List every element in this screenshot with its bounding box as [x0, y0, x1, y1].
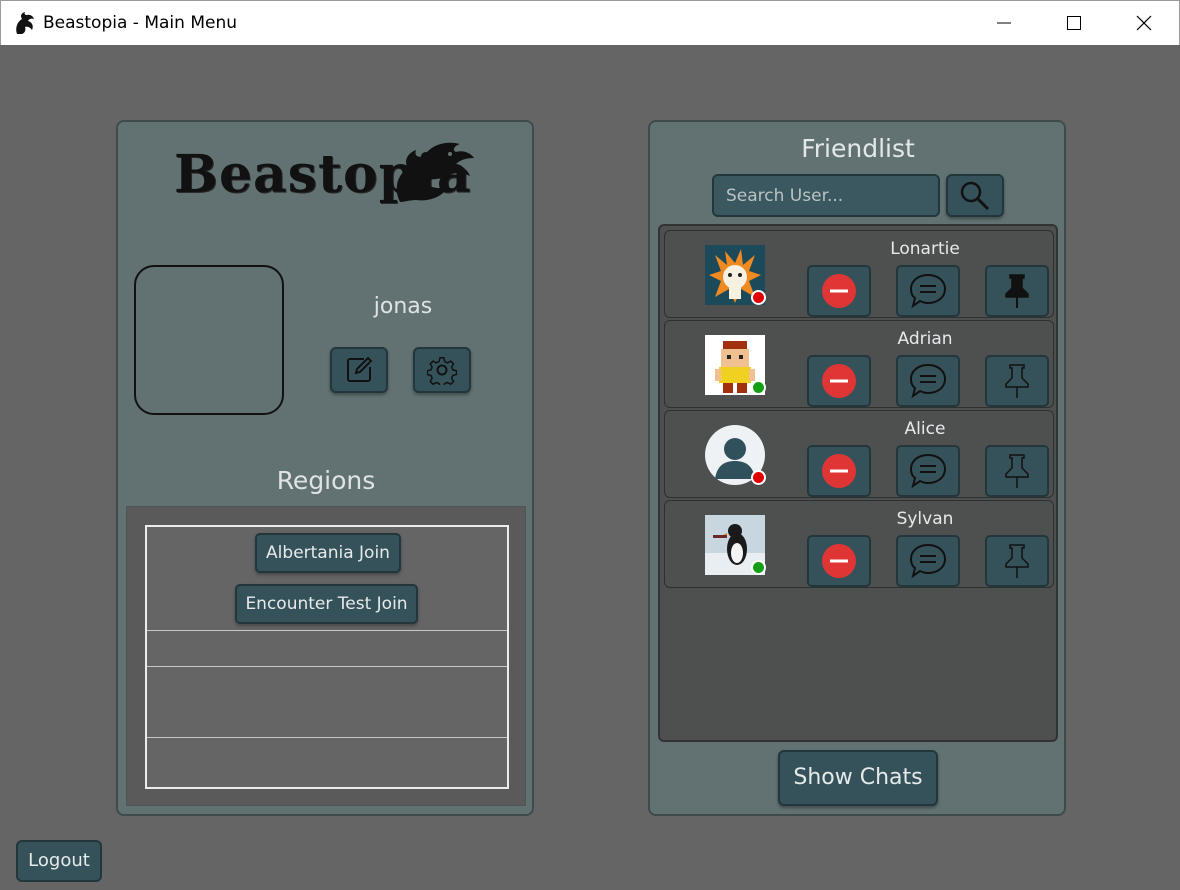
list-item — [147, 631, 507, 667]
remove-friend-button[interactable] — [807, 445, 871, 497]
chat-bubble-icon — [909, 543, 947, 579]
maximize-button[interactable] — [1051, 1, 1097, 46]
pin-outline-icon — [1005, 364, 1029, 398]
status-online-dot — [751, 560, 766, 575]
dragon-app-icon — [13, 10, 37, 36]
friendlist-panel: Friendlist Lonartie — [648, 120, 1066, 816]
chat-button[interactable] — [896, 535, 960, 587]
remove-icon — [822, 454, 856, 488]
friend-card: Sylvan — [664, 500, 1054, 588]
close-button[interactable] — [1121, 1, 1167, 46]
chat-bubble-icon — [909, 273, 947, 309]
pin-outline-icon — [1005, 454, 1029, 488]
pin-friend-button[interactable] — [985, 355, 1049, 407]
friendlist-title: Friendlist — [801, 134, 915, 163]
remove-icon — [822, 544, 856, 578]
list-item — [147, 667, 507, 738]
remove-friend-button[interactable] — [807, 355, 871, 407]
remove-friend-button[interactable] — [807, 265, 871, 317]
friend-name: Alice — [904, 419, 946, 439]
remove-icon — [822, 364, 856, 398]
beastopia-logo: Beastopia — [174, 136, 480, 212]
username-label: jonas — [373, 294, 433, 319]
pin-friend-button[interactable] — [985, 535, 1049, 587]
search-user-input[interactable] — [712, 174, 940, 217]
gear-icon — [427, 357, 457, 385]
friend-card: Alice — [664, 410, 1054, 498]
minimize-button[interactable] — [981, 1, 1027, 46]
chat-bubble-icon — [909, 453, 947, 489]
chat-button[interactable] — [896, 445, 960, 497]
friend-card: Adrian — [664, 320, 1054, 408]
friends-list[interactable]: Lonartie Adrian Alice Sylvan — [658, 224, 1058, 742]
friend-card: Lonartie — [664, 230, 1054, 318]
chat-button[interactable] — [896, 265, 960, 317]
minimize-icon — [997, 22, 1011, 24]
title-bar: Beastopia - Main Menu — [0, 0, 1180, 45]
search-button[interactable] — [946, 174, 1004, 217]
pin-friend-button[interactable] — [985, 265, 1049, 317]
regions-title: Regions — [276, 466, 376, 495]
friend-name: Sylvan — [896, 509, 954, 529]
status-online-dot — [751, 380, 766, 395]
search-icon — [960, 181, 990, 210]
remove-icon — [822, 274, 856, 308]
profile-avatar-placeholder[interactable] — [134, 265, 284, 415]
list-item: Albertania Join Encounter Test Join — [147, 527, 507, 631]
profile-panel: Beastopia jonas Regions Albertania Join … — [116, 120, 534, 816]
window-title: Beastopia - Main Menu — [43, 13, 237, 33]
maximize-icon — [1067, 16, 1081, 30]
friend-name: Adrian — [897, 329, 953, 349]
status-offline-dot — [751, 290, 766, 305]
friend-name: Lonartie — [890, 239, 960, 259]
status-offline-dot — [751, 470, 766, 485]
regions-container: Albertania Join Encounter Test Join — [126, 506, 526, 806]
pin-filled-icon — [1005, 274, 1029, 308]
settings-button[interactable] — [413, 347, 471, 393]
join-region-button[interactable]: Albertania Join — [255, 533, 401, 573]
chat-bubble-icon — [909, 363, 947, 399]
remove-friend-button[interactable] — [807, 535, 871, 587]
edit-profile-button[interactable] — [330, 347, 388, 393]
chat-button[interactable] — [896, 355, 960, 407]
regions-list[interactable]: Albertania Join Encounter Test Join — [145, 525, 509, 789]
close-icon — [1136, 15, 1152, 31]
show-chats-button[interactable]: Show Chats — [778, 750, 938, 806]
join-region-button[interactable]: Encounter Test Join — [235, 584, 418, 624]
pin-friend-button[interactable] — [985, 445, 1049, 497]
pin-outline-icon — [1005, 544, 1029, 578]
dragon-logo-icon — [396, 142, 474, 202]
logout-button[interactable]: Logout — [16, 840, 102, 882]
edit-icon — [347, 356, 373, 382]
